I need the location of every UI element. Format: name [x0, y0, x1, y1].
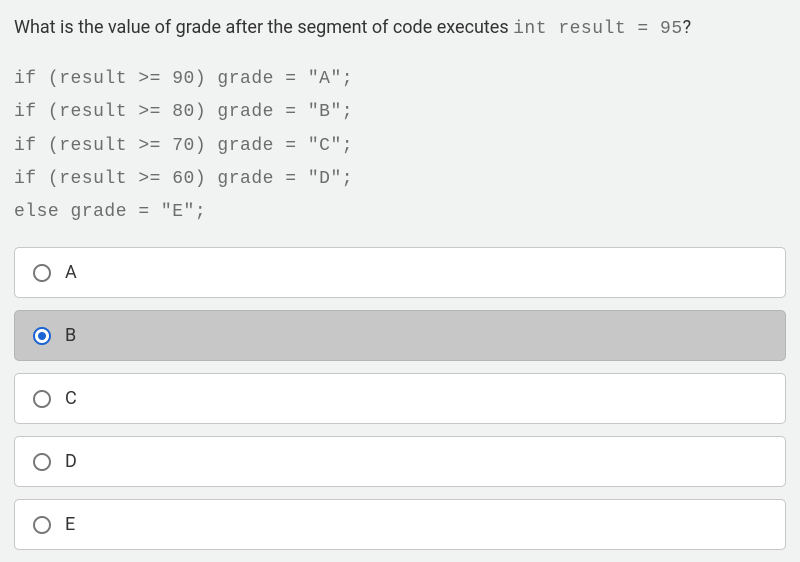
option-label: C — [65, 388, 78, 409]
quiz-container: What is the value of grade after the seg… — [0, 0, 800, 562]
question-prefix: What is the value of grade after the seg… — [14, 17, 513, 38]
question-text: What is the value of grade after the seg… — [14, 14, 786, 43]
option-label: A — [65, 262, 78, 283]
code-block: if (result >= 90) grade = "A"; if (resul… — [14, 63, 786, 229]
code-line: if (result >= 70) grade = "C"; — [14, 136, 353, 156]
option-b[interactable]: B — [14, 310, 786, 361]
option-label: B — [65, 325, 77, 346]
radio-icon — [33, 327, 51, 345]
radio-icon — [33, 453, 51, 471]
radio-icon — [33, 516, 51, 534]
option-d[interactable]: D — [14, 436, 786, 487]
code-line: if (result >= 80) grade = "B"; — [14, 102, 353, 122]
option-label: D — [65, 451, 78, 472]
radio-icon — [33, 264, 51, 282]
option-label: E — [65, 514, 76, 535]
code-line: if (result >= 90) grade = "A"; — [14, 69, 353, 89]
question-inline-code: int result = 95 — [513, 19, 683, 39]
options-list: A B C D E — [14, 247, 786, 550]
code-line: if (result >= 60) grade = "D"; — [14, 169, 353, 189]
question-suffix: ? — [683, 17, 692, 38]
option-a[interactable]: A — [14, 247, 786, 298]
option-c[interactable]: C — [14, 373, 786, 424]
radio-icon — [33, 390, 51, 408]
code-line: else grade = "E"; — [14, 202, 206, 222]
